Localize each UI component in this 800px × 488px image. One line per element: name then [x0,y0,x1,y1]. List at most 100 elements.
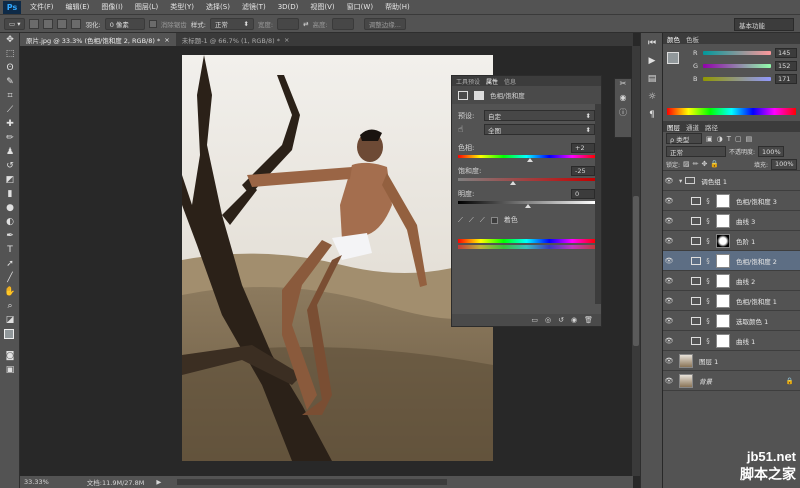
layer-name[interactable]: 曲线 3 [736,216,755,226]
tab-tool-presets[interactable]: 工具预设 [456,77,480,86]
blue-slider[interactable] [703,76,771,81]
saturation-value-input[interactable]: -25 [571,166,595,176]
canvas-vertical-scrollbar[interactable] [632,46,640,476]
menu-help[interactable]: 帮助(H) [379,2,416,12]
zoom-tool-icon[interactable]: ⌕ [1,299,19,313]
history-icon[interactable]: ⏮ [643,35,661,51]
quick-select-tool-icon[interactable]: ✎ [1,75,19,89]
mask-thumbnail[interactable] [716,213,730,228]
layer-name[interactable]: 色相/饱和度 2 [736,256,777,266]
view-previous-icon[interactable]: ◎ [545,316,551,324]
link-icon[interactable]: § [704,277,712,285]
link-icon[interactable]: § [704,197,712,205]
layer-name[interactable]: 色相/饱和度 1 [736,296,777,306]
subtract-selection-icon[interactable] [57,18,68,29]
layer-row[interactable]: 👁 图层 1 [663,351,800,371]
intersect-selection-icon[interactable] [71,18,82,29]
channel-select[interactable]: 全图 ⬍ [484,124,595,135]
link-icon[interactable]: § [704,337,712,345]
fg-color-swatch[interactable] [667,52,679,64]
type-tool-icon[interactable]: T [1,243,19,257]
zoom-level[interactable]: 33.33% [24,478,49,486]
layer-row-group[interactable]: 👁 ▾ 调色组 1 [663,171,800,191]
mask-thumbnail[interactable] [716,333,730,348]
filter-smart-icon[interactable]: ▤ [746,135,753,143]
filter-type-icon[interactable]: T [727,135,731,143]
properties-scrollbar[interactable] [595,104,601,304]
layer-name[interactable]: 色相/饱和度 3 [736,196,777,206]
eyedropper-subtract-icon[interactable]: ⟋ [480,216,485,225]
default-colors-icon[interactable]: ◪ [1,313,19,327]
layer-row[interactable]: 👁 § 曲线 3 [663,211,800,231]
new-selection-icon[interactable] [29,18,40,29]
pen-tool-icon[interactable]: ✒ [1,229,19,243]
blend-mode-select[interactable]: 正常 [666,146,726,157]
layer-row[interactable]: 👁 § 色相/饱和度 1 [663,291,800,311]
link-icon[interactable]: § [704,297,712,305]
trash-icon[interactable]: 🗑 [584,316,593,324]
shape-tool-icon[interactable]: ╱ [1,271,19,285]
eraser-tool-icon[interactable]: ◩ [1,173,19,187]
width-input[interactable] [277,17,300,30]
layer-filter-select[interactable]: ρ 类型 [666,133,702,144]
height-input[interactable] [331,17,354,30]
doc-size[interactable]: 文档:11.9M/27.8M [87,477,145,487]
link-icon[interactable]: § [704,257,712,265]
info-icon[interactable]: ⓘ [615,107,631,121]
layer-thumbnail[interactable] [679,373,693,388]
tab-paths[interactable]: 路径 [705,122,718,132]
hue-value-input[interactable]: +2 [571,143,595,153]
feather-input[interactable]: 0 像素 [104,17,145,30]
green-slider[interactable] [703,63,771,68]
layer-row-selected[interactable]: 👁 § 色相/饱和度 2 [663,251,800,271]
mask-icon[interactable] [474,90,484,100]
tool-presets-icon[interactable]: ▤ [643,71,661,87]
refine-edge-button[interactable]: 调整边缘... [363,17,406,30]
close-icon[interactable]: × [164,36,169,44]
layer-name[interactable]: 曲线 1 [736,336,755,346]
layer-row[interactable]: 👁 § 色阶 1 [663,231,800,251]
style-select[interactable]: 正常 ⬍ [209,17,254,30]
visibility-eye-icon[interactable]: 👁 [663,217,675,225]
quick-mask-icon[interactable]: ◙ [1,349,19,363]
menu-image[interactable]: 图像(I) [95,2,129,12]
visibility-eye-icon[interactable]: 👁 [663,177,675,185]
eyedropper-icon[interactable]: ⟋ [458,216,463,225]
eyedropper-tool-icon[interactable]: ⟋ [1,103,19,117]
menu-edit[interactable]: 编辑(E) [60,2,96,12]
lasso-tool-icon[interactable]: ʘ [1,61,19,75]
filter-adjust-icon[interactable]: ◑ [717,135,723,143]
clip-to-layer-icon[interactable]: ▭ [531,316,538,324]
menu-filter[interactable]: 滤镜(T) [236,2,272,12]
tools-icon[interactable]: ✂ [615,79,631,93]
visibility-eye-icon[interactable]: 👁 [663,257,675,265]
workspace-select[interactable]: 基本功能 [734,18,794,31]
preset-select[interactable]: 自定 ⬍ [484,110,595,121]
mask-thumbnail[interactable] [716,273,730,288]
layer-row[interactable]: 👁 背景 🔒 [663,371,800,391]
hue-slider-handle[interactable] [527,158,533,162]
tab-document-2[interactable]: 未标题-1 @ 66.7% (1, RGB/8) * × [176,33,296,46]
move-tool-icon[interactable]: ✥ [1,33,19,47]
menu-3d[interactable]: 3D(D) [272,3,305,11]
mask-thumbnail[interactable] [716,253,730,268]
link-icon[interactable]: § [704,317,712,325]
layer-name[interactable]: 图层 1 [699,356,718,366]
tab-swatches[interactable]: 色板 [686,34,699,44]
gradient-tool-icon[interactable]: ▮ [1,187,19,201]
filter-pixel-icon[interactable]: ▣ [706,135,713,143]
visibility-eye-icon[interactable]: 👁 [663,337,675,345]
stamp-tool-icon[interactable]: ♟ [1,145,19,159]
reset-icon[interactable]: ↺ [558,316,564,324]
tab-properties[interactable]: 属性 [486,77,498,86]
layer-thumbnail[interactable] [679,353,693,368]
visibility-eye-icon[interactable]: 👁 [663,357,675,365]
close-icon[interactable]: × [284,36,289,44]
red-slider[interactable] [703,50,771,55]
lightness-value-input[interactable]: 0 [571,189,595,199]
tool-preset-picker[interactable]: ▭ ▾ [4,17,26,30]
link-icon[interactable]: § [704,237,712,245]
layer-name[interactable]: 调色组 1 [701,176,727,186]
document-image[interactable] [182,55,493,461]
adjustments-icon[interactable]: ☼ [643,89,661,105]
